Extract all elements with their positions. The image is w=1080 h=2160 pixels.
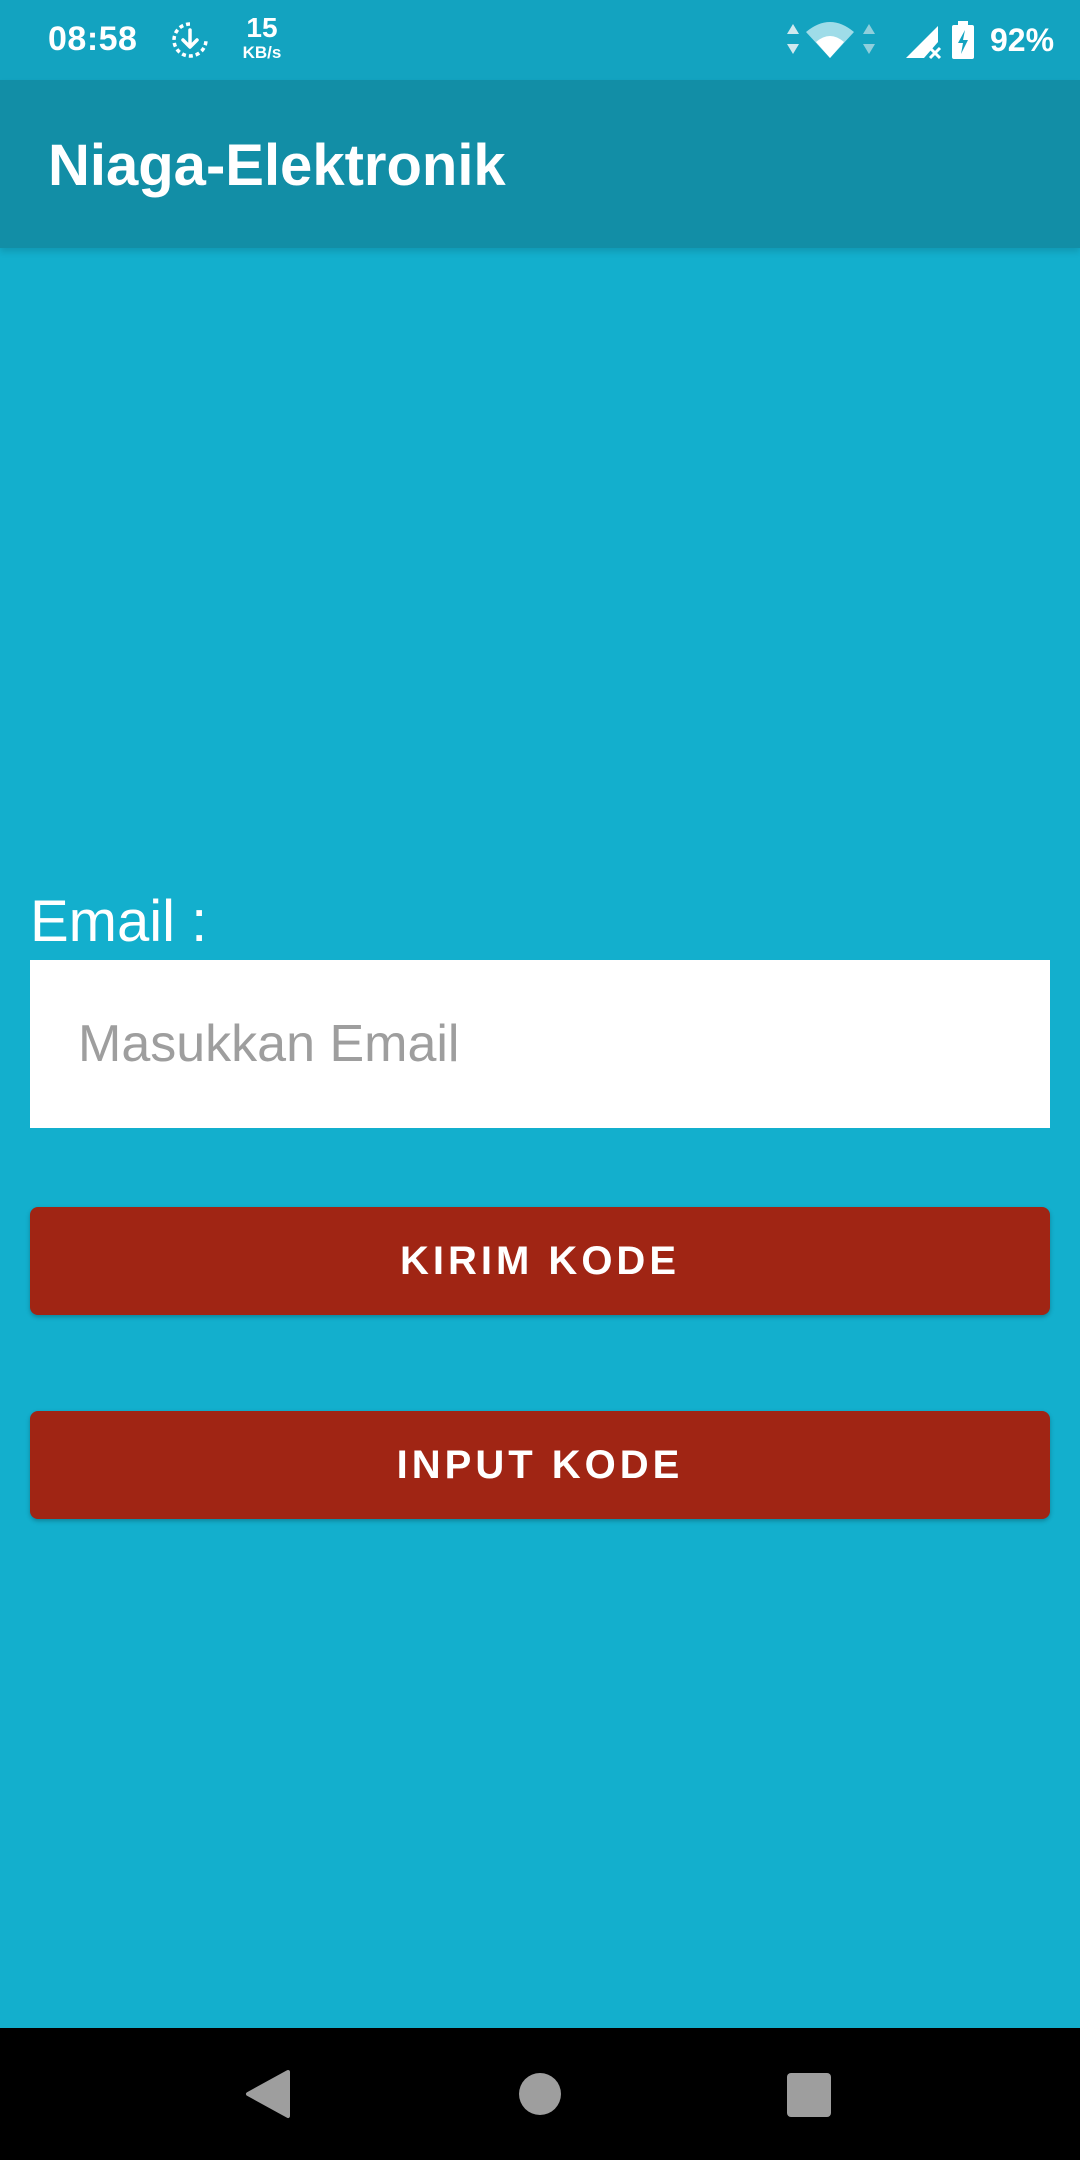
- navigation-bar: [0, 2028, 1080, 2160]
- input-code-button[interactable]: INPUT KODE: [30, 1411, 1050, 1519]
- status-bar: 08:58 15 KB/s 92%: [0, 0, 1080, 80]
- sync-icon: [170, 20, 210, 60]
- email-label: Email :: [30, 889, 208, 954]
- speed-value: 15: [246, 12, 278, 43]
- status-time: 08:58: [48, 20, 138, 58]
- signal-icon: [904, 22, 944, 60]
- speed-unit: KB/s: [242, 43, 282, 62]
- home-icon[interactable]: [518, 2072, 562, 2116]
- send-code-button[interactable]: KIRIM KODE: [30, 1207, 1050, 1315]
- network-speed: 15 KB/s: [232, 12, 292, 62]
- battery-percentage: 92%: [990, 22, 1055, 58]
- data-arrows-icon: [784, 20, 802, 60]
- wifi-icon: [804, 20, 856, 60]
- app-title: Niaga-Elektronik: [48, 133, 506, 198]
- back-icon[interactable]: [244, 2068, 292, 2120]
- email-input[interactable]: [30, 960, 1050, 1128]
- recents-icon[interactable]: [786, 2072, 832, 2118]
- battery-charging-icon: [950, 20, 976, 60]
- app-bar: Niaga-Elektronik: [0, 80, 1080, 248]
- data-arrows-icon: [860, 20, 878, 60]
